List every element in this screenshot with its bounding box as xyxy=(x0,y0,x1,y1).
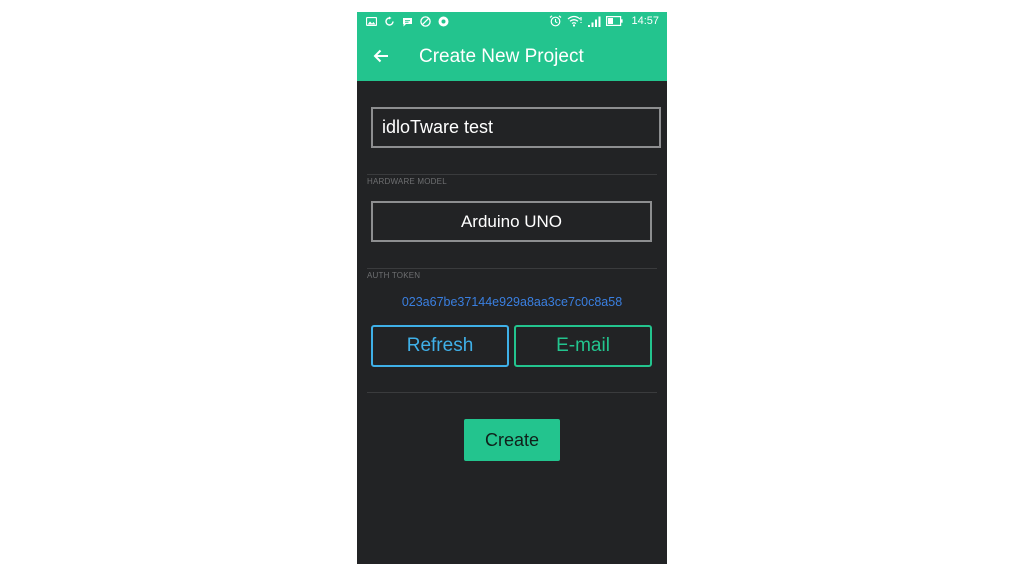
hardware-model-select[interactable]: Arduino UNO xyxy=(371,201,652,242)
wifi-icon xyxy=(567,15,583,27)
page-title: Create New Project xyxy=(419,46,584,67)
gallery-icon xyxy=(366,17,377,26)
refresh-button[interactable]: Refresh xyxy=(371,325,509,367)
phone-screen: 14:57 Create New Project HARDWARE MODEL … xyxy=(357,12,667,564)
hardware-model-value: Arduino UNO xyxy=(460,211,563,231)
alarm-icon xyxy=(549,15,562,27)
status-bar: 14:57 xyxy=(357,12,667,33)
divider xyxy=(367,392,657,393)
email-button[interactable]: E-mail xyxy=(514,325,652,367)
status-icons-right: 14:57 xyxy=(549,15,659,27)
auth-token-value: 023a67be37144e929a8aa3ce7c0c8a58 xyxy=(401,295,623,309)
arrow-left-icon xyxy=(373,49,389,63)
sync-icon xyxy=(384,16,395,27)
refresh-button-label: Refresh xyxy=(406,335,474,356)
status-time: 14:57 xyxy=(631,15,659,27)
message-icon xyxy=(402,17,413,27)
app-bar: Create New Project xyxy=(357,33,667,81)
divider xyxy=(367,268,657,269)
auth-token-label: AUTH TOKEN xyxy=(367,271,421,280)
back-button[interactable] xyxy=(371,46,391,66)
block-icon xyxy=(420,16,431,27)
create-button-label: Create xyxy=(484,429,540,450)
hardware-model-label: HARDWARE MODEL xyxy=(367,177,447,186)
divider xyxy=(367,174,657,175)
battery-icon xyxy=(606,16,624,26)
signal-icon xyxy=(588,16,601,27)
chrome-icon xyxy=(438,16,449,27)
status-icons-left xyxy=(366,16,449,27)
create-button[interactable]: Create xyxy=(464,419,560,461)
email-button-label: E-mail xyxy=(556,335,610,356)
project-name-field[interactable] xyxy=(371,107,661,148)
